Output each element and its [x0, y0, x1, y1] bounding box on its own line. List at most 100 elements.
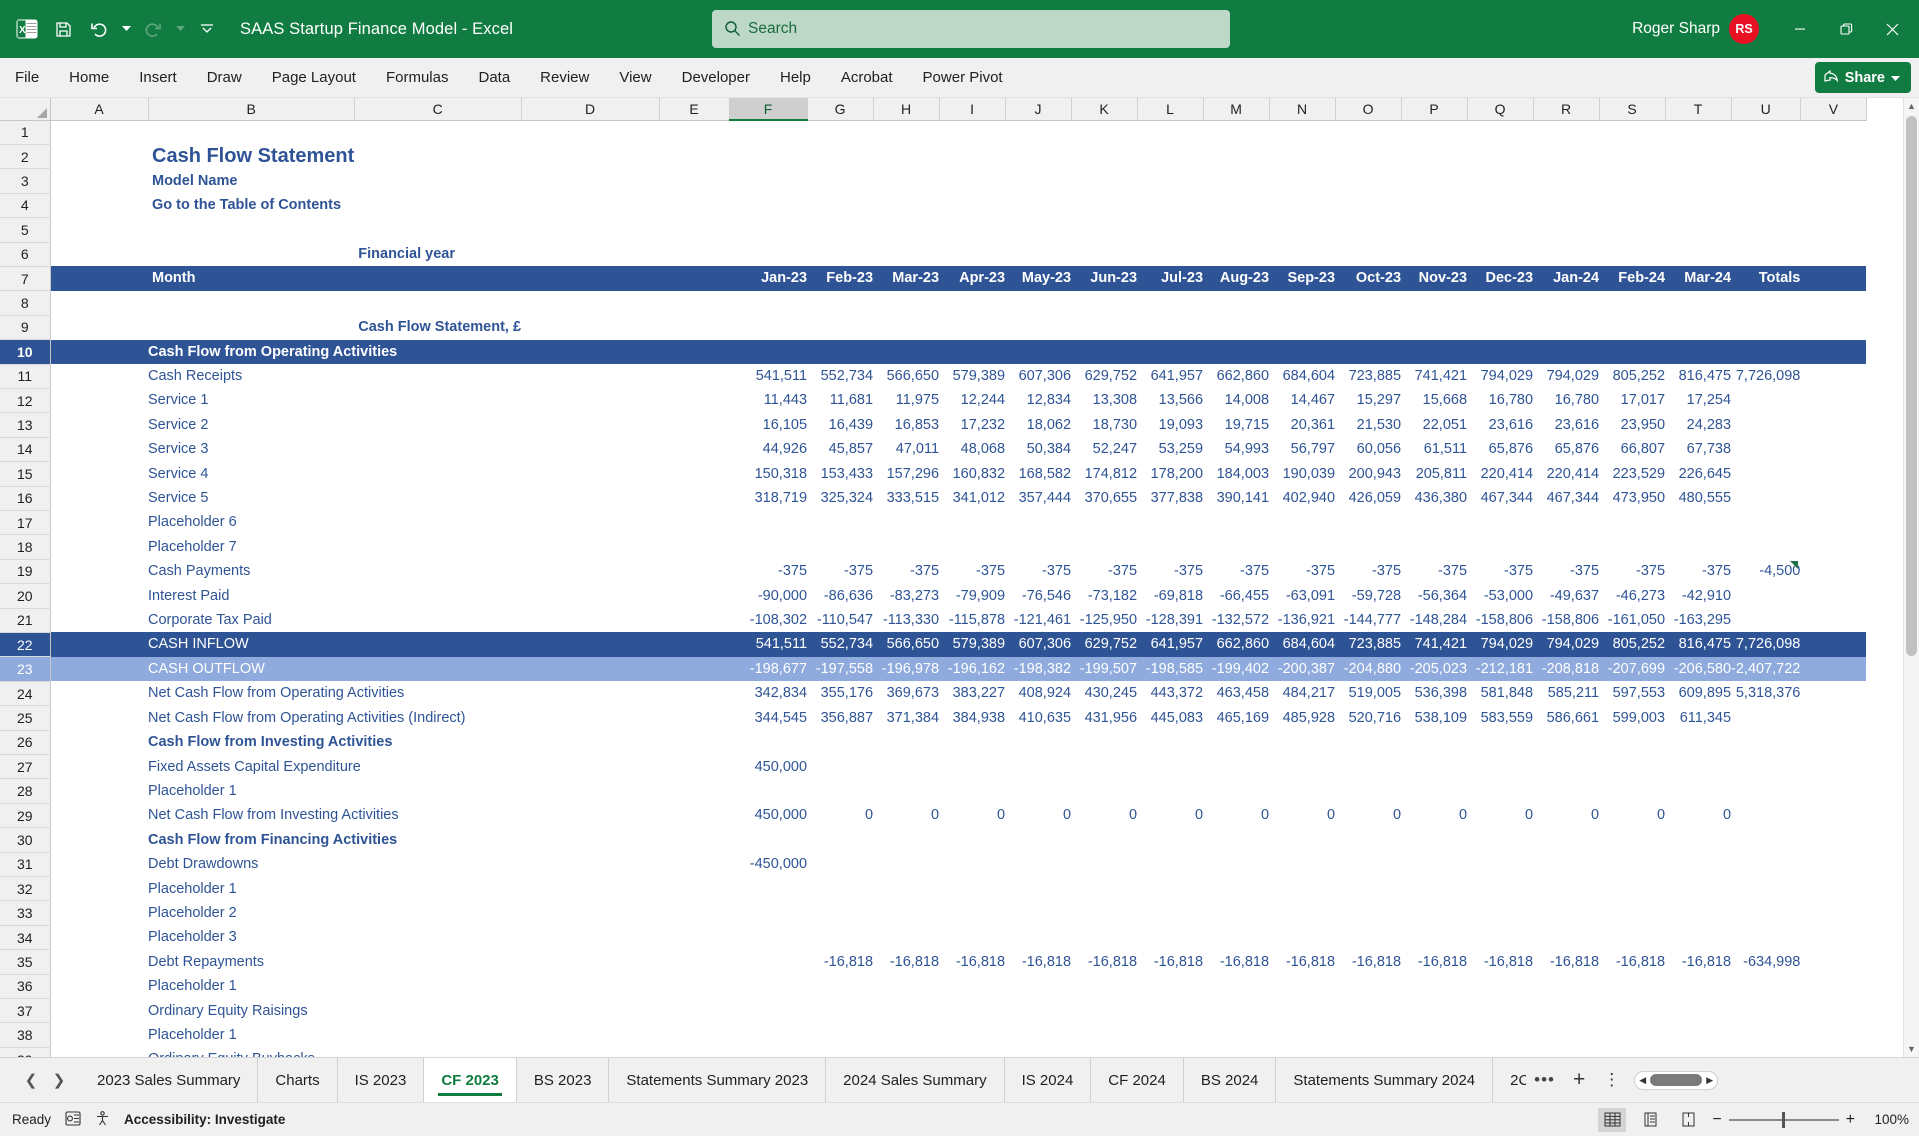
cell-empty[interactable] [1731, 413, 1800, 437]
cell-empty[interactable] [1731, 779, 1800, 803]
cell-r22-cJ[interactable]: 607,306 [1005, 632, 1072, 657]
table-row[interactable]: 27 Fixed Assets Capital Expenditure 450,00… [0, 754, 1866, 780]
cell-empty[interactable] [50, 877, 148, 901]
cell-empty[interactable] [1005, 218, 1071, 242]
cell-empty[interactable] [873, 291, 939, 315]
sheet-tab-is-2024[interactable]: IS 2024 [1003, 1057, 1091, 1103]
cell-r35-cP[interactable]: -16,818 [1401, 950, 1467, 974]
cell-r35-cS[interactable]: -16,818 [1599, 950, 1665, 974]
cell-empty[interactable] [1137, 755, 1203, 779]
cell-empty[interactable] [873, 828, 939, 852]
column-header-l[interactable]: L [1137, 98, 1204, 121]
cell-empty[interactable] [1137, 828, 1203, 852]
cell-empty[interactable] [1665, 535, 1731, 559]
cell-empty[interactable] [1599, 877, 1665, 901]
cell-r23-cQ[interactable]: -212,181 [1467, 656, 1534, 682]
row-header-28[interactable]: 28 [0, 778, 51, 804]
ribbon-tab-view[interactable]: View [605, 61, 665, 94]
cell-r20-cR[interactable]: -49,637 [1533, 584, 1599, 608]
row-header-13[interactable]: 13 [0, 412, 51, 438]
cell-empty[interactable] [1800, 681, 1866, 705]
cell-empty[interactable] [1335, 901, 1401, 925]
cell-empty[interactable] [1401, 974, 1467, 998]
scroll-up-icon[interactable]: ▲ [1904, 98, 1919, 114]
cell-r19-cK[interactable]: -375 [1071, 559, 1137, 583]
row-header-16[interactable]: 16 [0, 486, 51, 511]
cell-empty[interactable] [1800, 828, 1866, 852]
cell-empty[interactable] [807, 852, 873, 876]
month-header-mar-24[interactable]: Mar-24 [1665, 266, 1732, 291]
cell-r16-cI[interactable]: 341,012 [939, 486, 1005, 510]
cell-r16-cP[interactable]: 436,380 [1401, 486, 1467, 510]
cell-empty[interactable] [729, 925, 807, 949]
column-header-u[interactable]: U [1731, 98, 1801, 121]
cell-r19-cL[interactable]: -375 [1137, 559, 1203, 583]
cell-empty[interactable] [1335, 828, 1401, 852]
page-break-view-icon[interactable] [1674, 1108, 1702, 1132]
cell-empty[interactable] [1533, 535, 1599, 559]
cell-empty[interactable] [1665, 339, 1732, 365]
cell-r29-cL[interactable]: 0 [1137, 803, 1203, 827]
minimize-icon[interactable] [1777, 6, 1823, 52]
cell-empty[interactable] [1731, 437, 1800, 461]
cell-empty[interactable] [1800, 437, 1866, 461]
cell-empty[interactable] [939, 339, 1006, 365]
cell-r20-cT[interactable]: -42,910 [1665, 584, 1731, 608]
cell-empty[interactable] [1335, 730, 1401, 754]
cell-r15-cS[interactable]: 223,529 [1599, 462, 1665, 486]
cell-empty[interactable] [729, 1047, 807, 1057]
cell-empty[interactable] [807, 901, 873, 925]
cell-empty[interactable] [873, 779, 939, 803]
cell-empty[interactable] [873, 974, 939, 998]
cell-r16-cT[interactable]: 480,555 [1665, 486, 1731, 510]
cell-r19-cJ[interactable]: -375 [1005, 559, 1071, 583]
table-row[interactable]: 39 Ordinary Equity Buybacks [0, 1047, 1866, 1057]
cell-r13-cO[interactable]: 21,530 [1335, 413, 1401, 437]
cell-empty[interactable] [1731, 388, 1800, 412]
cell-empty[interactable] [1533, 510, 1599, 534]
cell-r19-cF[interactable]: -375 [729, 559, 807, 583]
cell-r13-cR[interactable]: 23,616 [1533, 413, 1599, 437]
row-label-17[interactable]: Placeholder 6 [148, 510, 729, 534]
cell-empty[interactable] [1071, 925, 1137, 949]
cell-r12-cG[interactable]: 11,681 [807, 388, 873, 412]
cell-empty[interactable] [1071, 974, 1137, 998]
cell-empty[interactable] [1665, 999, 1731, 1023]
customize-quick-access-toolbar-icon[interactable] [190, 12, 224, 46]
table-row[interactable]: 26 Cash Flow from Investing Activities [0, 730, 1866, 756]
cell-empty[interactable] [1800, 559, 1866, 583]
cell-empty[interactable] [50, 388, 148, 412]
month-header-mar-23[interactable]: Mar-23 [873, 266, 940, 291]
cell-empty[interactable] [1137, 730, 1203, 754]
cell-empty[interactable] [1665, 925, 1731, 949]
cell-r23-cR[interactable]: -208,818 [1533, 656, 1600, 682]
cell-r22-cP[interactable]: 741,421 [1401, 632, 1468, 657]
cell-empty[interactable] [1599, 730, 1665, 754]
cell-empty[interactable] [873, 120, 939, 144]
cell-empty[interactable] [1335, 510, 1401, 534]
cell-empty[interactable] [1203, 291, 1269, 315]
table-row[interactable]: 8 [0, 290, 1866, 316]
cell-empty[interactable] [939, 120, 1005, 144]
column-header-v[interactable]: V [1800, 98, 1867, 121]
column-header-g[interactable]: G [807, 98, 874, 121]
cell-empty[interactable] [807, 1047, 873, 1057]
cell-r23-cS[interactable]: -207,699 [1599, 656, 1666, 682]
cell-empty[interactable] [1203, 828, 1269, 852]
cell-empty[interactable] [807, 535, 873, 559]
cell-r19-cU[interactable]: -4,500 [1731, 559, 1800, 583]
row-header-35[interactable]: 35 [0, 949, 51, 975]
cell-empty[interactable] [939, 535, 1005, 559]
cell-empty[interactable] [1401, 1023, 1467, 1047]
cell-empty[interactable] [1800, 364, 1866, 388]
cell-r23-cP[interactable]: -205,023 [1401, 656, 1468, 682]
undo-dropdown-icon[interactable] [118, 12, 134, 46]
cell-empty[interactable] [1137, 120, 1203, 144]
cell-empty[interactable] [1731, 706, 1800, 730]
cell-empty[interactable] [1533, 755, 1599, 779]
cell-empty[interactable] [1401, 877, 1467, 901]
cell-r24-cN[interactable]: 484,217 [1269, 681, 1335, 705]
cell-r35-cL[interactable]: -16,818 [1137, 950, 1203, 974]
cell-empty[interactable] [50, 413, 148, 437]
cell-empty[interactable] [1800, 1023, 1866, 1047]
